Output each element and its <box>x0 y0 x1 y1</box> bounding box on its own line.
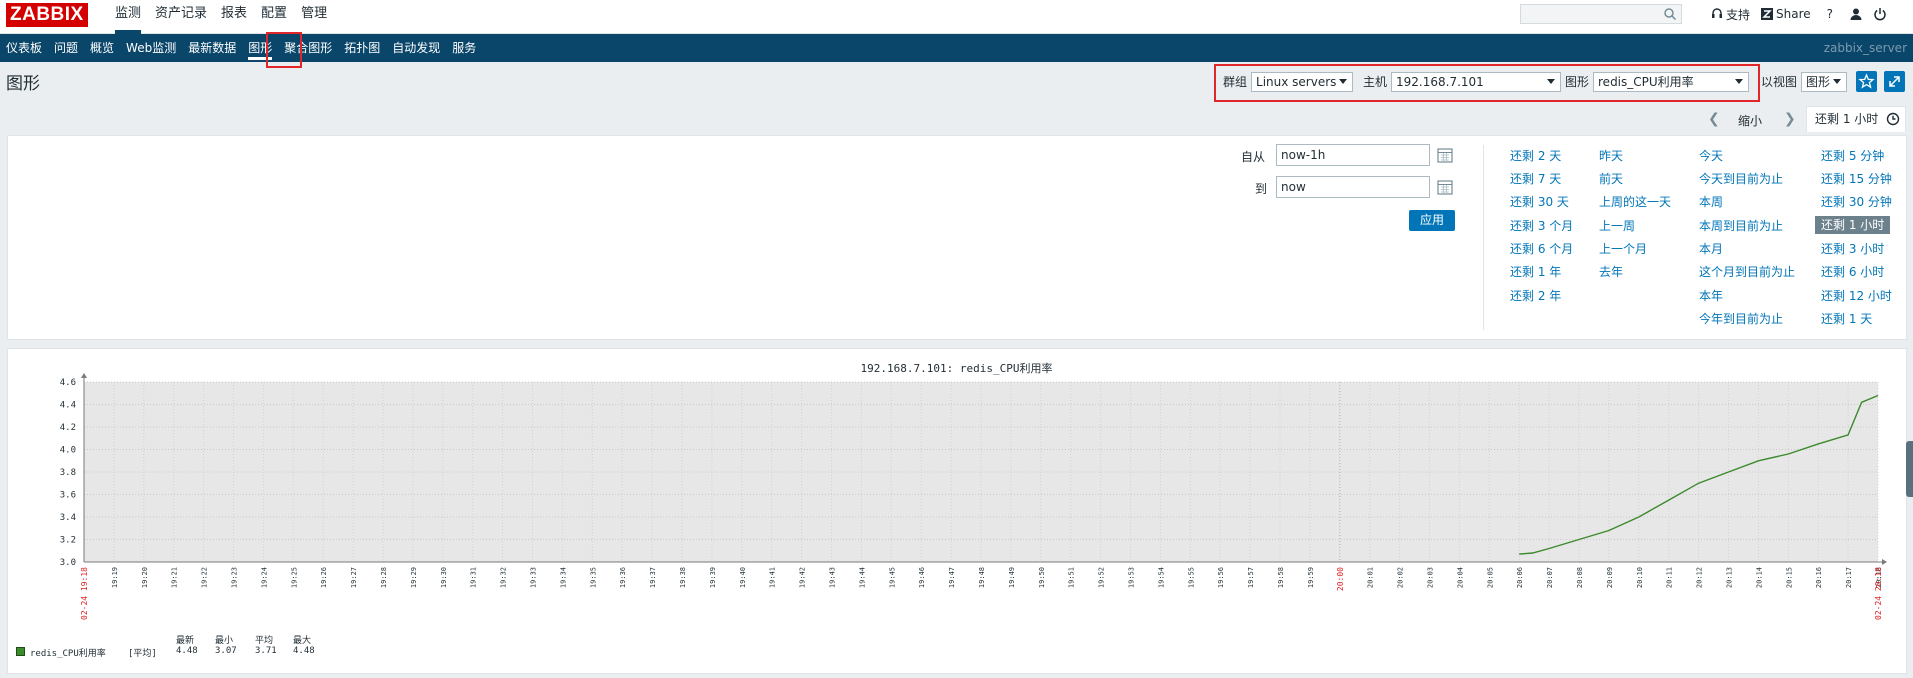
x-axis-arrow <box>1882 559 1887 565</box>
x-tick-label: 20:03 <box>1427 567 1435 588</box>
y-tick-label: 3.4 <box>60 513 76 523</box>
x-tick-label: 20:14 <box>1755 567 1763 588</box>
legend-value-avg: 3.71 <box>255 646 277 656</box>
x-tick-label: 19:35 <box>589 567 597 588</box>
x-tick-label: 19:37 <box>649 567 657 588</box>
x-tick-label: 19:31 <box>470 567 478 588</box>
x-tick-label: 19:47 <box>948 567 956 588</box>
x-tick-label: 20:06 <box>1516 567 1524 588</box>
y-tick-label: 4.4 <box>60 401 76 411</box>
x-tick-label: 19:26 <box>320 567 328 588</box>
x-tick-label: 20:09 <box>1606 567 1614 588</box>
x-tick-label: 20:07 <box>1546 567 1554 588</box>
x-tick-label: 20:08 <box>1576 567 1584 588</box>
x-tick-label: 19:24 <box>260 567 268 588</box>
x-tick-label: 19:33 <box>530 567 538 588</box>
x-tick-label: 19:28 <box>380 567 388 588</box>
legend-header-max: 最大 <box>293 636 312 646</box>
x-tick-label: 19:43 <box>829 567 837 588</box>
x-tick-label: 20:00 <box>1336 567 1345 591</box>
x-tick-label: 19:30 <box>440 567 448 588</box>
x-tick-label: 19:44 <box>858 567 866 588</box>
x-tick-label: 19:50 <box>1038 567 1046 588</box>
x-tick-label: 19:59 <box>1307 567 1315 588</box>
x-tick-label: 19:55 <box>1187 567 1195 588</box>
x-tick-label: 20:10 <box>1636 567 1644 588</box>
x-tick-label: 19:34 <box>559 567 567 588</box>
scroll-handle[interactable] <box>1906 441 1913 497</box>
x-end-label: 02-24 20:18 <box>1874 567 1883 620</box>
x-tick-label: 19:39 <box>709 567 717 588</box>
x-tick-label: 19:49 <box>1008 567 1016 588</box>
x-tick-label: 19:25 <box>290 567 298 588</box>
x-tick-label: 20:02 <box>1397 567 1405 588</box>
x-tick-label: 19:27 <box>350 567 358 588</box>
legend-color-swatch <box>16 647 25 656</box>
x-tick-label: 20:11 <box>1666 567 1674 588</box>
x-tick-label: 19:32 <box>500 567 508 588</box>
legend-item-label: redis_CPU利用率 <box>30 649 106 659</box>
y-tick-label: 3.2 <box>60 536 76 546</box>
x-tick-label: 19:48 <box>978 567 986 588</box>
x-tick-label: 20:13 <box>1726 567 1734 588</box>
y-tick-label: 4.6 <box>60 378 76 388</box>
y-tick-label: 4.2 <box>60 423 76 433</box>
legend-value-min: 3.07 <box>215 646 237 656</box>
legend-value-last: 4.48 <box>176 646 198 656</box>
x-tick-label: 19:56 <box>1217 567 1225 588</box>
y-tick-label: 3.8 <box>60 468 76 478</box>
y-axis-arrow <box>81 373 87 378</box>
line-chart[interactable]: 3.0 3.2 3.4 3.6 3.8 4.0 4.2 4.4 4.6 19:19 19:20 19:… <box>0 0 1913 678</box>
x-tick-label: 20:01 <box>1367 567 1375 588</box>
x-tick-label: 19:46 <box>918 567 926 588</box>
x-tick-label: 20:16 <box>1815 567 1823 588</box>
x-tick-label: 19:57 <box>1247 567 1255 588</box>
legend-value-max: 4.48 <box>293 646 315 656</box>
x-tick-label: 20:15 <box>1785 567 1793 588</box>
x-start-label: 02-24 19:18 <box>80 567 89 620</box>
x-tick-label: 19:21 <box>171 567 179 588</box>
legend-header-avg: 平均 <box>255 636 274 646</box>
y-tick-label: 3.6 <box>60 491 76 501</box>
legend-item-func: [平均] <box>128 649 157 659</box>
x-tick-label: 19:53 <box>1128 567 1136 588</box>
legend-header-min: 最小 <box>215 636 234 646</box>
x-tick-label: 20:12 <box>1696 567 1704 588</box>
x-tick-label: 19:52 <box>1098 567 1106 588</box>
x-tick-label: 19:20 <box>141 567 149 588</box>
x-tick-label: 20:05 <box>1486 567 1494 588</box>
x-tick-label: 19:29 <box>410 567 418 588</box>
x-tick-label: 19:40 <box>739 567 747 588</box>
x-tick-label: 19:54 <box>1157 567 1165 588</box>
x-tick-label: 19:19 <box>111 567 119 588</box>
x-tick-label: 20:17 <box>1845 567 1853 588</box>
y-tick-label: 4.0 <box>60 446 76 456</box>
x-tick-label: 19:45 <box>888 567 896 588</box>
x-tick-label: 19:22 <box>201 567 209 588</box>
x-tick-label: 20:04 <box>1456 567 1464 588</box>
x-tick-label: 19:41 <box>769 567 777 588</box>
x-tick-label: 19:38 <box>679 567 687 588</box>
y-tick-label: 3.0 <box>60 558 76 568</box>
x-tick-label: 19:51 <box>1068 567 1076 588</box>
x-tick-label: 19:23 <box>231 567 239 588</box>
legend-header-last: 最新 <box>176 636 195 646</box>
x-tick-label: 19:58 <box>1277 567 1285 588</box>
x-tick-label: 19:42 <box>799 567 807 588</box>
x-tick-label: 19:36 <box>619 567 627 588</box>
